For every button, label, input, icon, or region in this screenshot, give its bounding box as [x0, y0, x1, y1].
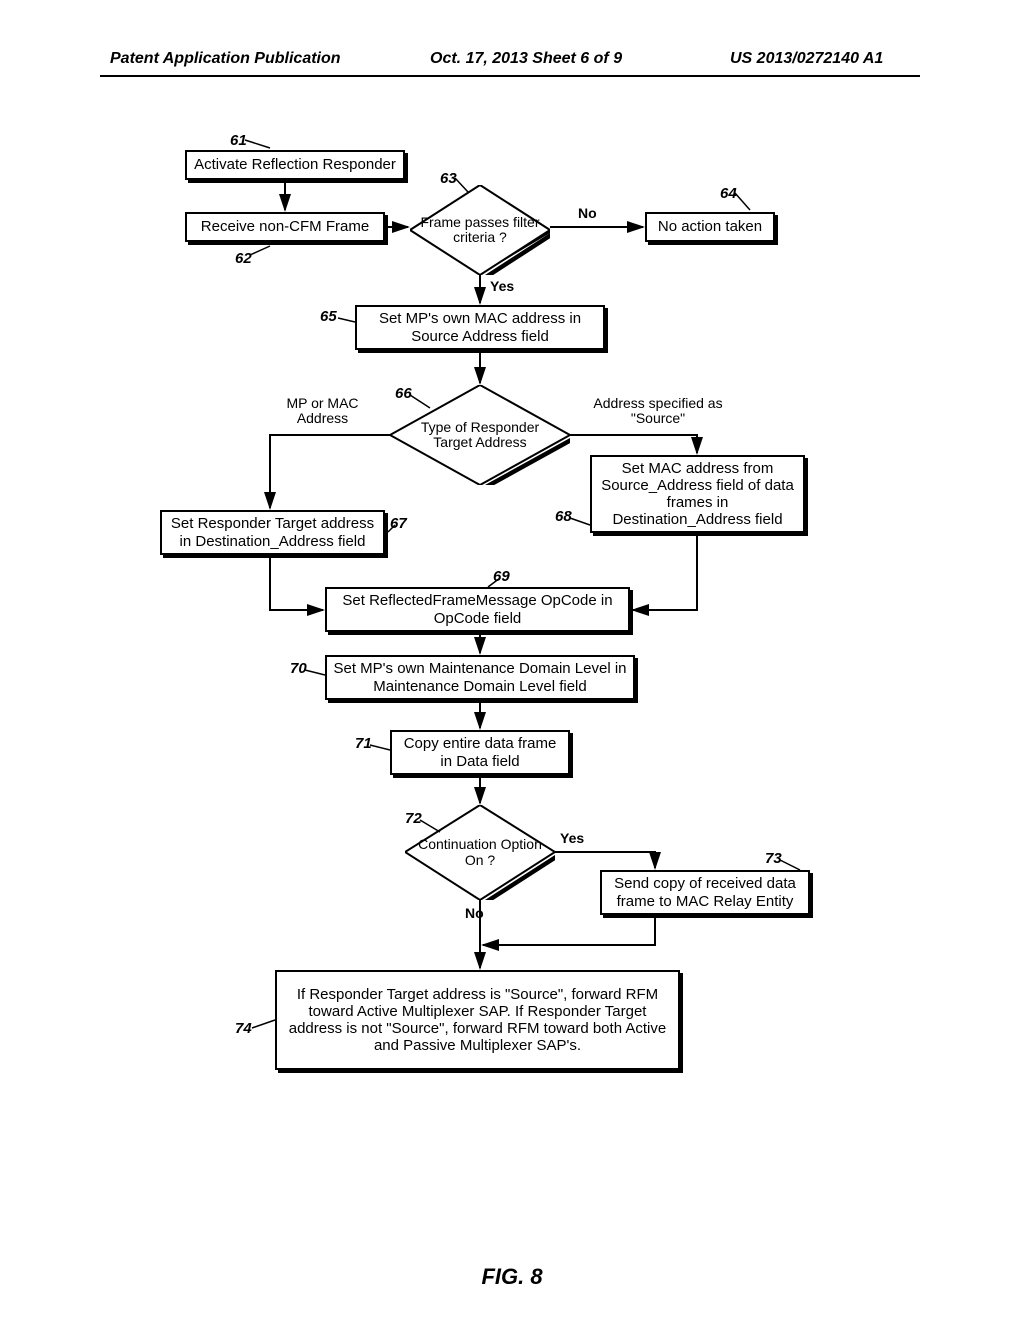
step-text: Set MP's own MAC address in Source Addre…: [363, 310, 597, 345]
decision-text: Frame passes filter criteria ?: [410, 215, 550, 246]
flowchart: 61 62 63 64 65 66 67 68 69 70 71 72 73 7…: [100, 150, 920, 1200]
ref-61: 61: [230, 132, 247, 149]
decision-target-type: Type of Responder Target Address: [390, 385, 570, 485]
step-set-dest-target: Set Responder Target address in Destinat…: [160, 510, 385, 555]
ref-67: 67: [390, 515, 407, 532]
ref-68: 68: [555, 508, 572, 525]
label-yes-72: Yes: [560, 830, 584, 846]
decision-text: Continuation Option On ?: [405, 837, 555, 868]
step-text: Send copy of received data frame to MAC …: [608, 875, 802, 910]
step-forward-rfm: If Responder Target address is "Source",…: [275, 970, 680, 1070]
ref-62: 62: [235, 250, 252, 267]
label-no-72: No: [465, 905, 484, 921]
ref-70: 70: [290, 660, 307, 677]
figure-label: FIG. 8: [0, 1264, 1024, 1290]
ref-73: 73: [765, 850, 782, 867]
pub-label: Patent Application Publication: [110, 50, 341, 68]
label-source: Address specified as "Source": [588, 396, 728, 427]
step-send-copy: Send copy of received data frame to MAC …: [600, 870, 810, 915]
step-text: If Responder Target address is "Source",…: [283, 986, 672, 1055]
step-text: Set MP's own Maintenance Domain Level in…: [333, 660, 627, 695]
decision-filter: Frame passes filter criteria ?: [410, 185, 550, 275]
step-set-md-level: Set MP's own Maintenance Domain Level in…: [325, 655, 635, 700]
pub-number: US 2013/0272140 A1: [730, 50, 883, 68]
step-set-source-mac: Set MP's own MAC address in Source Addre…: [355, 305, 605, 350]
step-set-opcode: Set ReflectedFrameMessage OpCode in OpCo…: [325, 587, 630, 632]
decision-text: Type of Responder Target Address: [390, 420, 570, 451]
ref-65: 65: [320, 308, 337, 325]
step-activate-responder: Activate Reflection Responder: [185, 150, 405, 180]
label-no: No: [578, 205, 597, 221]
step-text: Set ReflectedFrameMessage OpCode in OpCo…: [333, 592, 622, 627]
step-text: Activate Reflection Responder: [194, 156, 396, 173]
header-rule: [100, 75, 920, 77]
step-text: Copy entire data frame in Data field: [398, 735, 562, 770]
decision-continuation: Continuation Option On ?: [405, 805, 555, 900]
step-text: Set Responder Target address in Destinat…: [168, 515, 377, 550]
date-sheet: Oct. 17, 2013 Sheet 6 of 9: [430, 50, 622, 68]
step-text: No action taken: [658, 218, 762, 235]
step-copy-frame: Copy entire data frame in Data field: [390, 730, 570, 775]
step-set-dest-source: Set MAC address from Source_Address fiel…: [590, 455, 805, 533]
ref-69: 69: [493, 568, 510, 585]
ref-71: 71: [355, 735, 372, 752]
step-no-action: No action taken: [645, 212, 775, 242]
label-mp-mac: MP or MAC Address: [265, 396, 380, 427]
ref-74: 74: [235, 1020, 252, 1037]
step-text: Receive non-CFM Frame: [201, 218, 369, 235]
ref-64: 64: [720, 185, 737, 202]
step-receive-frame: Receive non-CFM Frame: [185, 212, 385, 242]
step-text: Set MAC address from Source_Address fiel…: [598, 460, 797, 529]
label-yes: Yes: [490, 278, 514, 294]
